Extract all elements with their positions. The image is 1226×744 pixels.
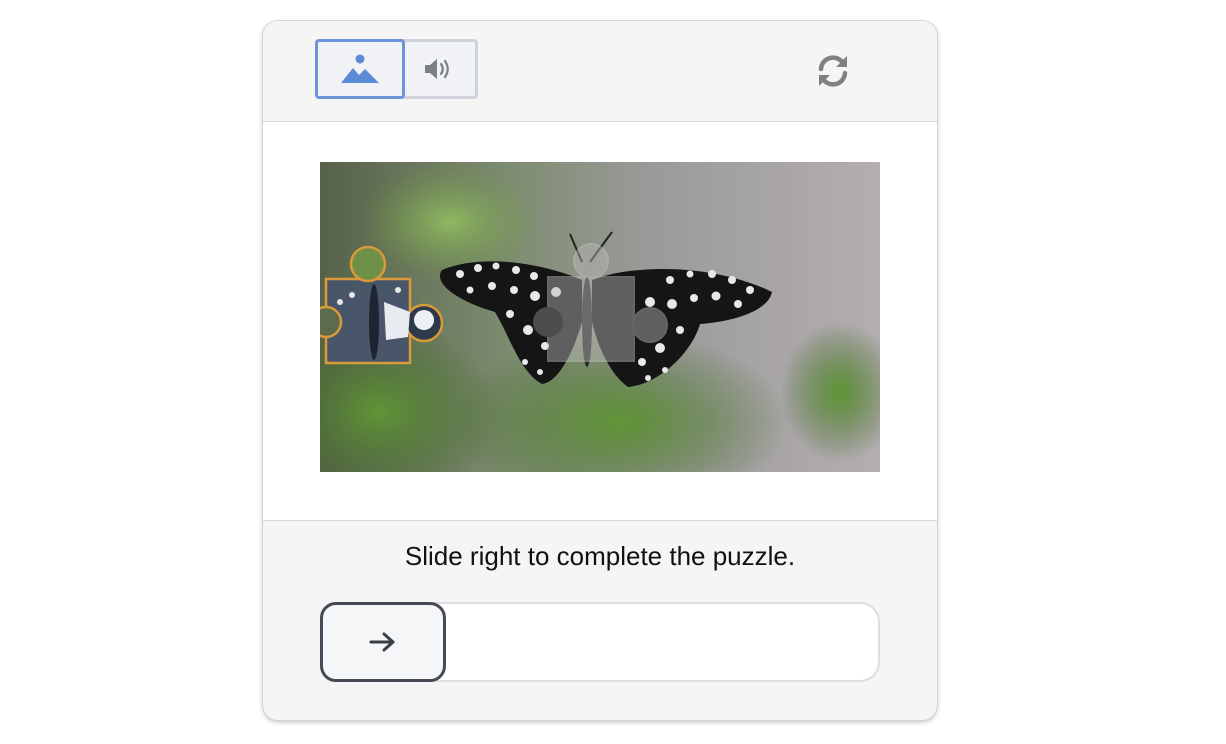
audio-mode-button[interactable] [401, 39, 478, 99]
challenge-area [263, 122, 937, 521]
butterfly-photo [320, 162, 880, 472]
refresh-icon [818, 55, 848, 87]
captcha-header [263, 21, 937, 122]
challenge-mode-toggle [315, 39, 478, 99]
instruction-text: Slide right to complete the puzzle. [404, 541, 796, 571]
image-mode-button[interactable] [315, 39, 405, 99]
puzzle-image [320, 162, 880, 472]
image-icon [341, 54, 379, 83]
speaker-icon [425, 59, 449, 79]
captcha-card: Slide right to complete the puzzle. [262, 20, 938, 721]
slider-handle[interactable] [320, 602, 446, 682]
arrow-right-icon [369, 632, 395, 652]
refresh-button[interactable] [809, 51, 857, 91]
